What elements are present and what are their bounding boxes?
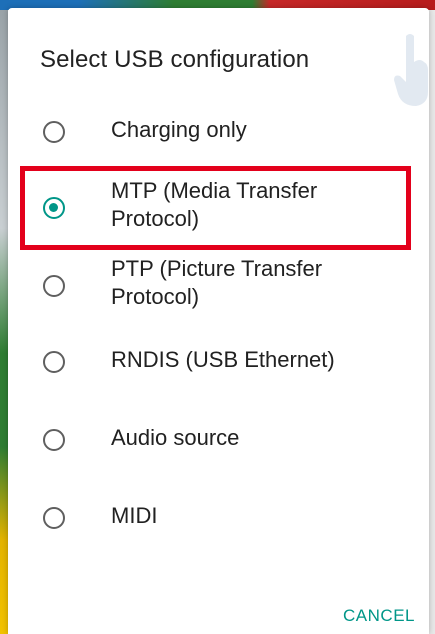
option-label: Audio source: [111, 425, 240, 450]
option-label: Charging only: [111, 117, 247, 142]
radio-rndis[interactable]: [43, 351, 65, 373]
pointing-hand-icon: [394, 34, 428, 106]
radio-charging-only[interactable]: [43, 121, 65, 143]
dialog-title: Select USB configuration: [40, 46, 310, 73]
option-midi[interactable]: MIDI: [8, 493, 429, 553]
radio-audio-source[interactable]: [43, 429, 65, 451]
background-left-strip: [0, 10, 8, 634]
highlight-box: [20, 166, 411, 250]
option-ptp[interactable]: PTP (Picture Transfer Protocol): [8, 251, 429, 329]
radio-midi[interactable]: [43, 507, 65, 529]
option-label: MIDI: [111, 503, 158, 528]
option-label: PTP (Picture Transfer Protocol): [111, 256, 323, 309]
cancel-button[interactable]: CANCEL: [343, 606, 415, 626]
usb-configuration-dialog: Select USB configuration Charging only M…: [8, 8, 429, 634]
option-rndis[interactable]: RNDIS (USB Ethernet): [8, 335, 429, 395]
option-label: RNDIS (USB Ethernet): [111, 347, 335, 372]
screen: Select USB configuration Charging only M…: [0, 0, 435, 634]
radio-ptp[interactable]: [43, 275, 65, 297]
option-charging-only[interactable]: Charging only: [8, 108, 429, 168]
option-audio-source[interactable]: Audio source: [8, 413, 429, 473]
